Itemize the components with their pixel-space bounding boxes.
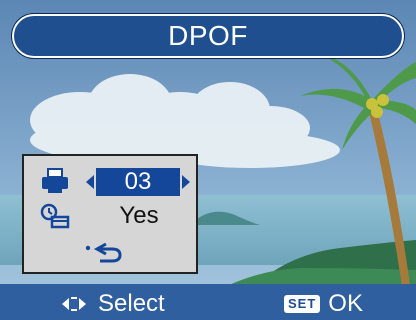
ok-label: OK	[328, 290, 363, 317]
increase-arrow-icon[interactable]	[182, 175, 190, 189]
back-row[interactable]	[24, 234, 196, 268]
ok-hint: SET OK	[284, 290, 363, 318]
print-copies-row[interactable]: 03	[24, 164, 196, 198]
decrease-arrow-icon[interactable]	[86, 175, 94, 189]
select-hint: Select	[60, 290, 165, 318]
date-imprint-row[interactable]: Yes	[24, 199, 196, 233]
copies-value: 03	[124, 168, 152, 195]
page-title: DPOF	[168, 20, 248, 51]
title-bar: DPOF	[12, 14, 404, 58]
back-icon[interactable]	[84, 238, 124, 264]
date-imprint-value: Yes	[119, 202, 159, 229]
dpof-settings-panel: 03 Yes	[22, 154, 198, 274]
dpad-left-right-icon	[62, 297, 86, 311]
camera-screen: DPOF 03 Yes Select SET OK	[0, 0, 416, 320]
set-button-icon: SET	[284, 295, 321, 313]
footer-bar: Select SET OK	[0, 284, 416, 320]
printer-icon	[42, 168, 68, 193]
date-icon	[40, 203, 70, 229]
select-label: Select	[98, 290, 165, 317]
copies-value-box[interactable]: 03	[96, 168, 180, 196]
